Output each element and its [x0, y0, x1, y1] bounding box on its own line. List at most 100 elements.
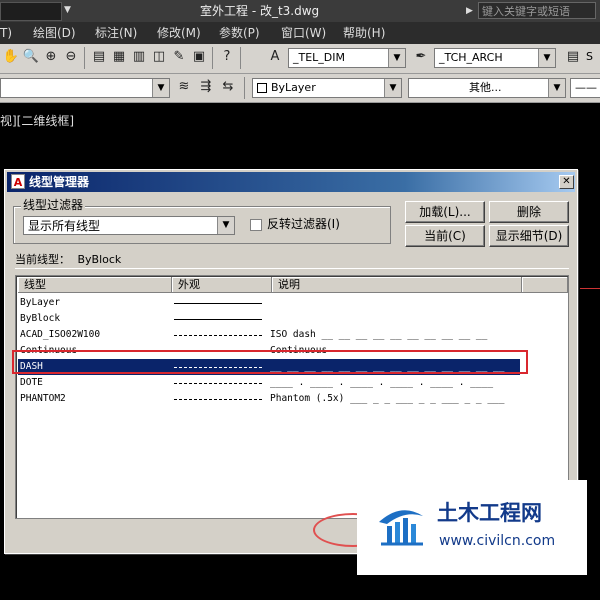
toolbar-separator: [84, 47, 85, 69]
column-header-description[interactable]: 说明: [272, 277, 522, 293]
linetype-appearance: [174, 303, 262, 304]
linetype-appearance: [174, 319, 262, 320]
text-style-icon[interactable]: ✒: [412, 48, 430, 66]
toolbar-separator: [212, 47, 213, 69]
dimension-style-value: _TEL_DIM: [293, 51, 346, 64]
linetype-name: PHANTOM2: [20, 393, 66, 404]
column-header-linetype[interactable]: 线型: [18, 277, 172, 293]
load-button[interactable]: 加载(L)...: [405, 201, 485, 223]
window-title: 室外工程 - 改_t3.dwg: [200, 4, 320, 18]
autocad-app-icon: A: [11, 174, 25, 189]
app-title-bar: ▼ 室外工程 - 改_t3.dwg ▶ 键入关键字或短语: [0, 0, 600, 23]
properties-icon[interactable]: ▤: [90, 48, 108, 66]
table-style-icon[interactable]: ▤: [564, 48, 582, 66]
text-style-combo[interactable]: _TCH_ARCH ▼: [434, 48, 556, 68]
menu-item-draw[interactable]: 绘图(D): [33, 25, 76, 41]
column-header-appearance[interactable]: 外观: [172, 277, 272, 293]
color-combo[interactable]: ByLayer ▼: [252, 78, 402, 98]
current-button[interactable]: 当前(C): [405, 225, 485, 247]
linetype-name: ByBlock: [20, 313, 61, 324]
watermark: 土木工程网 www.civilcn.com: [357, 480, 587, 575]
toolbar-trailing-text: S: [586, 50, 593, 63]
civilcn-logo-icon: [379, 510, 423, 546]
filter-group-label: 线型过滤器: [21, 198, 86, 212]
make-current-layer-icon[interactable]: ⇶: [197, 78, 215, 96]
menu-item-modify[interactable]: 修改(M): [157, 25, 201, 41]
zoom-window-icon[interactable]: ⊕: [42, 48, 60, 66]
current-linetype-value: ByBlock: [77, 253, 122, 266]
layer-properties-icon[interactable]: ≋: [175, 78, 193, 96]
color-value: ByLayer: [271, 81, 316, 94]
search-expand-icon[interactable]: ▶: [466, 4, 476, 18]
linetype-description: ISO dash __ __ __ __ __ __ __ __ __ __: [270, 329, 488, 340]
linetype-description: ____ . ____ . ____ . ____ . ____ . ____: [270, 377, 494, 388]
linetype-row[interactable]: ByLayer: [18, 295, 520, 311]
design-center-icon[interactable]: ▦: [110, 48, 128, 66]
chevron-down-icon[interactable]: ▼: [538, 49, 555, 67]
chevron-down-icon[interactable]: ▼: [384, 79, 401, 97]
layer-previous-icon[interactable]: ⇆: [219, 78, 237, 96]
selection-highlight-outline: [12, 350, 528, 374]
zoom-realtime-icon[interactable]: 🔍: [22, 48, 40, 66]
linetype-combo[interactable]: 其他... ▼: [408, 78, 566, 98]
chevron-down-icon[interactable]: ▼: [548, 79, 565, 97]
menu-item-window[interactable]: 窗口(W): [281, 25, 326, 41]
chevron-down-icon[interactable]: ▼: [217, 217, 234, 234]
menu-item-dimension[interactable]: 标注(N): [95, 25, 137, 41]
delete-button[interactable]: 删除: [489, 201, 569, 223]
chevron-down-icon[interactable]: ▼: [152, 79, 169, 97]
dialog-title: 线型管理器: [29, 175, 90, 189]
menu-item-help[interactable]: 帮助(H): [343, 25, 385, 41]
invert-filter-checkbox[interactable]: [250, 219, 262, 231]
workspace-dropdown-icon[interactable]: ▼: [64, 4, 74, 16]
dimension-style-combo[interactable]: _TEL_DIM ▼: [288, 48, 406, 68]
current-linetype-label: 当前线型：: [15, 253, 70, 266]
invert-filter-label: 反转过滤器(I): [267, 217, 340, 231]
linetype-name: ACAD_ISO02W100: [20, 329, 101, 340]
sheet-set-icon[interactable]: ◫: [150, 48, 168, 66]
menu-item-tools[interactable]: T): [0, 25, 12, 41]
workspace-combo[interactable]: [0, 2, 62, 21]
markup-icon[interactable]: ✎: [170, 48, 188, 66]
linetype-value: 其他...: [469, 81, 502, 94]
linetype-row[interactable]: ByBlock: [18, 311, 520, 327]
chevron-down-icon[interactable]: ▼: [388, 49, 405, 67]
pan-icon[interactable]: ✋: [2, 48, 20, 66]
close-icon[interactable]: ✕: [559, 175, 574, 189]
calculator-icon[interactable]: ▣: [190, 48, 208, 66]
help-icon[interactable]: ?: [218, 48, 236, 66]
show-details-button[interactable]: 显示细节(D): [489, 225, 569, 247]
current-linetype-row: 当前线型： ByBlock: [15, 252, 569, 269]
text-style-value: _TCH_ARCH: [439, 51, 503, 64]
linetype-row[interactable]: PHANTOM2 Phantom (.5x) ___ _ _ ___ _ _ _…: [18, 391, 520, 407]
toolbar-separator: [244, 77, 245, 99]
toolbar-separator: [240, 47, 241, 69]
drawing-line: [580, 288, 600, 289]
watermark-title: 土木工程网: [437, 501, 542, 525]
color-swatch: [257, 83, 267, 93]
dialog-title-bar[interactable]: A 线型管理器 ✕: [7, 172, 575, 192]
search-input[interactable]: 键入关键字或短语: [478, 2, 596, 19]
viewport-label[interactable]: 视][二维线框]: [0, 113, 74, 129]
standard-toolbar: ✋ 🔍 ⊕ ⊖ ▤ ▦ ▥ ◫ ✎ ▣ ? A _TEL_DIM ▼ ✒ _TC…: [0, 44, 600, 74]
linetype-filter-value: 显示所有线型: [28, 219, 101, 233]
linetype-row[interactable]: ACAD_ISO02W100 ISO dash __ __ __ __ __ _…: [18, 327, 520, 343]
zoom-previous-icon[interactable]: ⊖: [62, 48, 80, 66]
dim-style-icon[interactable]: A: [266, 48, 284, 66]
properties-toolbar: ▼ ≋ ⇶ ⇆ ByLayer ▼ 其他... ▼ ——: [0, 74, 600, 103]
lineweight-value: ——: [575, 81, 597, 94]
linetype-name: ByLayer: [20, 297, 61, 308]
linetype-appearance: [174, 399, 262, 400]
menu-bar: T) 绘图(D) 标注(N) 修改(M) 参数(P) 窗口(W) 帮助(H): [0, 22, 600, 44]
linetype-appearance: [174, 383, 262, 384]
lineweight-combo[interactable]: ——: [570, 78, 600, 98]
linetype-filter-select[interactable]: 显示所有线型 ▼: [23, 216, 235, 235]
linetype-row[interactable]: DOTE ____ . ____ . ____ . ____ . ____ . …: [18, 375, 520, 391]
linetype-appearance: [174, 335, 262, 336]
linetype-name: DOTE: [20, 377, 43, 388]
tool-palettes-icon[interactable]: ▥: [130, 48, 148, 66]
linetype-description: Phantom (.5x) ___ _ _ ___ _ _ ___ _ _ __…: [270, 393, 505, 404]
watermark-url: www.civilcn.com: [439, 533, 556, 549]
layer-combo[interactable]: ▼: [0, 78, 170, 98]
menu-item-parameters[interactable]: 参数(P): [219, 25, 260, 41]
